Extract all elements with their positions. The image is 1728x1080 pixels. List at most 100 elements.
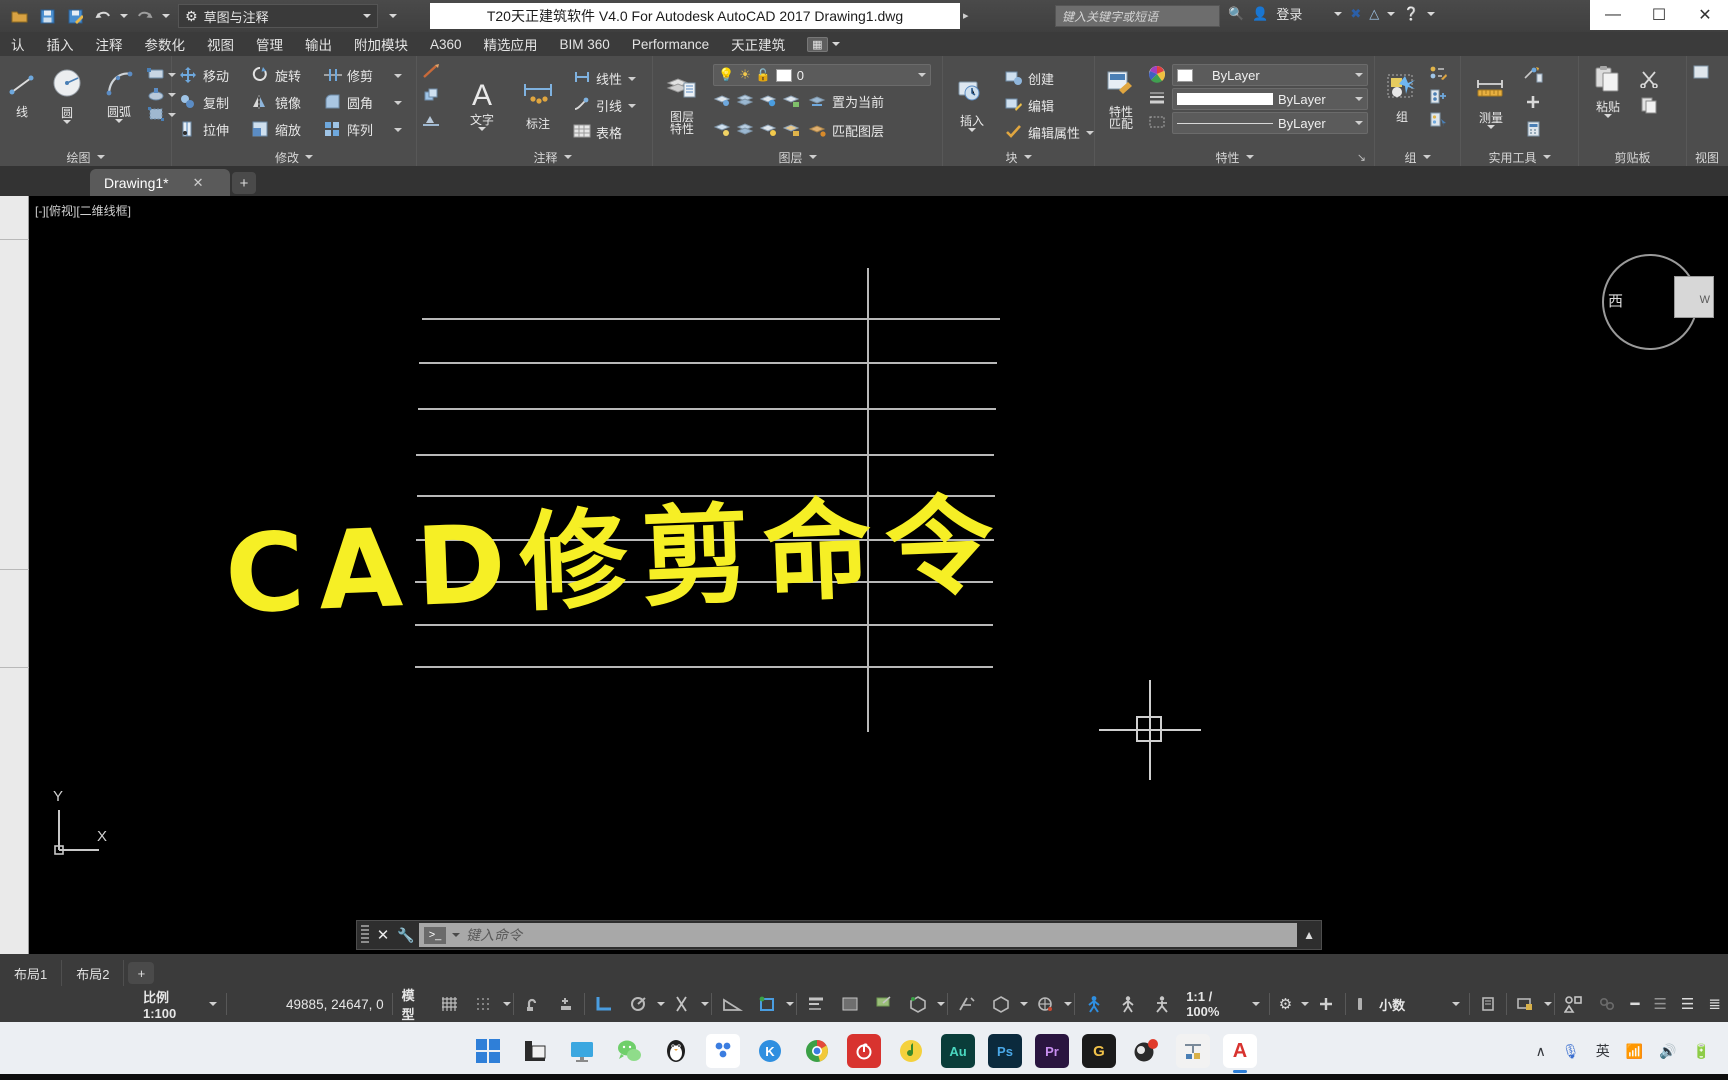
minimize-button[interactable]: — — [1591, 0, 1635, 30]
ribbon-tab-output[interactable]: 输出 — [294, 32, 343, 56]
layer-properties-tool[interactable]: 图层 特性 — [657, 73, 707, 135]
layer-color-swatch[interactable] — [775, 68, 792, 82]
close-icon[interactable]: ✕ — [193, 175, 204, 191]
list-view-button[interactable]: ━ — [1623, 990, 1646, 1018]
ribbon-tab-addins[interactable]: 附加模块 — [343, 32, 419, 56]
hatch-icon[interactable] — [146, 85, 166, 105]
clean-screen-toggle[interactable] — [1591, 990, 1623, 1018]
ribbon-tab-default[interactable]: 认 — [0, 32, 36, 56]
panel-utilities-title[interactable]: 实用工具 — [1465, 148, 1574, 166]
edit-block[interactable]: 编辑 — [1001, 92, 1097, 119]
add-selected-icon[interactable] — [1523, 93, 1543, 113]
selection-cycling-toggle[interactable] — [750, 990, 784, 1018]
edit-attributes[interactable]: 编辑属性 — [1001, 119, 1097, 146]
rectangle-icon[interactable] — [146, 65, 166, 85]
ribbon-tab-annotate[interactable]: 注释 — [85, 32, 134, 56]
layer-unlock-icon[interactable] — [782, 121, 802, 141]
leader-chevron-icon[interactable] — [628, 103, 637, 108]
gizmo-toggle[interactable] — [901, 990, 935, 1018]
group-selection-icon[interactable] — [1429, 111, 1449, 131]
qq-music-icon[interactable] — [894, 1034, 928, 1068]
move-tool[interactable]: 移动 — [176, 62, 248, 89]
selection-filter-toggle[interactable] — [867, 990, 901, 1018]
microphone-icon[interactable]: 🎙 — [1562, 1043, 1580, 1060]
cut-icon[interactable] — [1639, 70, 1659, 90]
arc-tool[interactable]: 圆弧 — [94, 66, 144, 123]
file-tab-drawing1[interactable]: Drawing1* ✕ — [90, 169, 230, 196]
command-scroll-icon[interactable]: ▲ — [1303, 928, 1317, 942]
layer-isolate-icon[interactable] — [713, 92, 733, 112]
annotation-scale-selector[interactable]: 比例 1:100 — [136, 990, 224, 1021]
grid-view-button[interactable]: ☰ — [1646, 990, 1673, 1018]
explode-icon[interactable] — [421, 63, 441, 83]
layer-freeze-icon[interactable]: ☀ — [739, 67, 751, 83]
lineweight-chevron-icon[interactable] — [1355, 97, 1363, 101]
redo-icon[interactable] — [132, 3, 158, 29]
snap-mode-toggle[interactable] — [467, 990, 501, 1018]
redo-dropdown-icon[interactable] — [160, 3, 172, 29]
tianzheng-icon[interactable] — [1176, 1034, 1210, 1068]
model-space-button[interactable]: 模型 — [395, 988, 434, 1022]
dynamic-input-toggle[interactable] — [548, 990, 582, 1018]
layer-lock-icon[interactable]: 🔓 — [756, 68, 771, 82]
linetype-icon[interactable] — [1148, 113, 1168, 133]
prompt-icon[interactable]: >_ — [424, 926, 446, 944]
copy-tool[interactable]: 复制 — [176, 89, 248, 116]
create-block[interactable]: 创建 — [1001, 65, 1097, 92]
lineweight-icon[interactable] — [1148, 89, 1168, 109]
drawing-canvas[interactable]: [-][俯视][二维线框] CAD修剪命令 Y X W 西 — [29, 196, 1728, 954]
autocad-icon[interactable]: A — [1223, 1034, 1257, 1073]
region-icon[interactable] — [146, 105, 166, 125]
monitor-icon[interactable] — [565, 1034, 599, 1068]
alipay-icon[interactable] — [706, 1034, 740, 1068]
quick-measure-icon[interactable] — [1523, 66, 1543, 86]
color-chevron-icon[interactable] — [1355, 73, 1363, 77]
fillet-tool[interactable]: 圆角 — [320, 89, 392, 116]
panel-group-title[interactable]: 组 — [1379, 148, 1456, 166]
chevron-down-icon[interactable] — [1422, 155, 1431, 159]
color-selector[interactable]: ByLayer — [1172, 64, 1368, 86]
layer-on-all-icon[interactable] — [713, 121, 733, 141]
insert-block-tool[interactable]: 插入 — [947, 77, 997, 132]
mirror-tool[interactable]: 镜像 — [248, 89, 320, 116]
annotation-scale-sync-toggle[interactable] — [1111, 990, 1145, 1018]
ribbon-tab-featured-apps[interactable]: 精选应用 — [473, 32, 549, 56]
lineweight-selector[interactable]: ByLayer — [1172, 88, 1368, 110]
align-icon[interactable] — [421, 111, 441, 131]
arc-chevron-icon[interactable] — [115, 118, 123, 123]
units-chevron-icon[interactable] — [1451, 1002, 1460, 1006]
linear-dim-chevron-icon[interactable] — [628, 76, 637, 81]
ribbon-tab-tianzheng[interactable]: 天正建筑 — [720, 32, 796, 56]
canvas-headline-text[interactable]: CAD修剪命令 — [222, 458, 1010, 644]
layout-tab-1[interactable]: 布局1 — [0, 960, 63, 986]
ime-language-indicator[interactable]: 英 — [1596, 1041, 1610, 1061]
linetype-chevron-icon[interactable] — [1355, 121, 1363, 125]
rotate-tool[interactable]: 旋转 — [248, 62, 320, 89]
quick-properties-toggle[interactable] — [1472, 990, 1504, 1018]
fillet-chevron-icon[interactable] — [394, 100, 402, 105]
view-cube[interactable]: W 西 — [1602, 254, 1714, 366]
edit-attributes-chevron-icon[interactable] — [1086, 130, 1095, 135]
battery-icon[interactable]: 🔋 — [1693, 1043, 1710, 1060]
wrench-icon[interactable]: 🔧 — [397, 927, 414, 944]
obs-icon[interactable] — [1129, 1034, 1163, 1068]
line-tool[interactable]: 线 — [4, 70, 40, 119]
viewport-scale-selector[interactable]: 1:1 / 100% — [1179, 989, 1267, 1019]
scale-tool[interactable]: 缩放 — [248, 116, 320, 143]
measure-tool[interactable]: 测量 — [1465, 74, 1517, 129]
title-overflow-icon[interactable]: ▸ — [963, 9, 969, 22]
panel-properties-expander-icon[interactable]: ↘ — [1357, 151, 1366, 164]
paste-chevron-icon[interactable] — [1604, 114, 1612, 118]
coordinates-display[interactable]: 49885, 24647, 0 — [229, 997, 390, 1012]
chevron-down-icon[interactable] — [305, 155, 313, 159]
help-icon[interactable]: ❔ — [1403, 6, 1419, 22]
dimension-tool[interactable]: 标注 — [513, 78, 563, 131]
qq-penguin-icon[interactable] — [659, 1034, 693, 1068]
maximize-button[interactable]: ☐ — [1637, 0, 1681, 30]
signin-chevron-icon[interactable] — [1334, 11, 1343, 16]
open-icon[interactable] — [6, 3, 32, 29]
user-avatar-icon[interactable]: 👤 — [1252, 6, 1268, 22]
layer-unisolate-icon[interactable] — [759, 121, 779, 141]
polar-tracking-toggle[interactable] — [621, 990, 655, 1018]
chevron-down-icon[interactable] — [1245, 155, 1254, 159]
